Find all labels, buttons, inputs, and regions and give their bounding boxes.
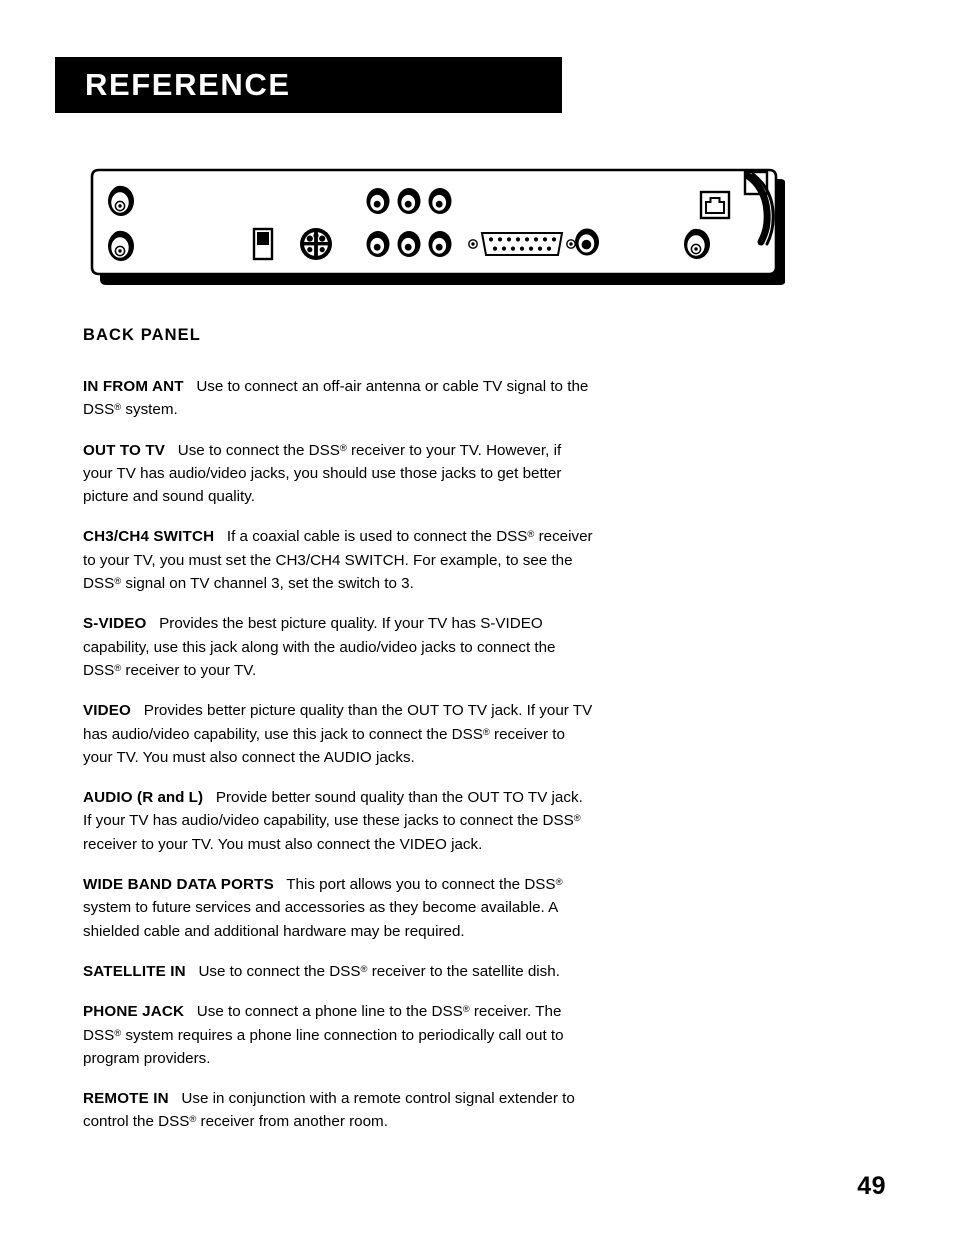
page-number: 49	[857, 1172, 886, 1200]
term-label: REMOTE IN	[83, 1090, 169, 1108]
video-rca-jack-bottom	[365, 230, 391, 258]
paragraph-s-video: S-VIDEO Provides the best picture qualit…	[83, 612, 593, 682]
audio-l-rca-jack-bottom	[427, 230, 453, 258]
paragraph-body-cont: system.	[121, 401, 178, 419]
term-label: CH3/CH4 SWITCH	[83, 528, 215, 546]
audio-r-rca-jack-top	[396, 187, 422, 215]
paragraph-satellite-in: SATELLITE IN Use to connect the DSS® rec…	[83, 960, 593, 983]
page-title: REFERENCE	[85, 67, 291, 102]
registered-mark: ®	[462, 1003, 470, 1015]
video-rca-jack-top	[365, 187, 391, 215]
term-label: SATELLITE IN	[83, 962, 186, 980]
remote-in-jack	[575, 228, 599, 256]
paragraph-body-cont: system to future services and accessorie…	[83, 899, 558, 940]
audio-r-rca-jack-bottom	[396, 230, 422, 258]
in-from-ant-f-connector	[107, 185, 135, 217]
out-to-tv-f-connector	[107, 230, 135, 262]
paragraph-body: Use to connect a phone line to the DSS	[196, 1003, 463, 1021]
paragraph-video: VIDEO Provides better picture quality th…	[83, 699, 593, 769]
term-label-sub: R and L	[142, 789, 198, 807]
registered-mark: ®	[339, 441, 347, 453]
audio-l-rca-jack-top	[427, 187, 453, 215]
s-video-jack	[300, 228, 332, 260]
wide-band-data-port	[468, 232, 576, 256]
paragraph-remote-in: REMOTE IN Use in conjunction with a remo…	[83, 1087, 593, 1134]
registered-mark: ®	[555, 876, 563, 888]
paragraph-body: Use to connect the DSS	[198, 962, 361, 980]
back-panel-section: BACK PANEL IN FROM ANT Use to connect an…	[83, 326, 593, 1134]
paragraph-body: Use to connect the DSS	[177, 441, 340, 459]
reference-header-bar: REFERENCE	[55, 57, 562, 113]
term-label: PHONE JACK	[83, 1003, 185, 1021]
term-label: VIDEO	[83, 702, 132, 720]
phone-jack	[699, 190, 731, 220]
paragraph-body-cont: receiver to your TV.	[121, 661, 257, 679]
paragraph-body-cont2: signal on TV channel 3, set the switch t…	[121, 575, 414, 593]
paragraph-body-cont2: system requires a phone line connection …	[83, 1026, 564, 1067]
section-heading: BACK PANEL	[83, 326, 201, 344]
paragraph-wide-band-data-ports: WIDE BAND DATA PORTS This port allows yo…	[83, 873, 593, 943]
paragraph-body: If a coaxial cable is used to connect th…	[226, 528, 528, 546]
paragraph-out-to-tv: OUT TO TV Use to connect the DSS® receiv…	[83, 439, 593, 509]
paragraph-body-cont: receiver to your TV. You must also conne…	[83, 835, 483, 853]
back-panel-illustration	[85, 160, 785, 288]
paragraph-ch3-ch4-switch: CH3/CH4 SWITCH If a coaxial cable is use…	[83, 525, 593, 595]
paragraph-body: This port allows you to connect the DSS	[286, 876, 556, 894]
paragraph-in-from-ant: IN FROM ANT Use to connect an off-air an…	[83, 375, 593, 422]
term-label: WIDE BAND DATA PORTS	[83, 876, 274, 894]
paragraph-body-cont: receiver to the satellite dish.	[367, 962, 560, 980]
satellite-in-f-connector	[683, 228, 711, 260]
paragraph-phone-jack: PHONE JACK Use to connect a phone line t…	[83, 1000, 593, 1070]
registered-mark: ®	[482, 725, 490, 737]
term-label: AUDIO (	[83, 789, 143, 807]
term-label: S-VIDEO	[83, 615, 147, 633]
paragraph-body-cont: receiver from another room.	[196, 1113, 388, 1131]
term-label: IN FROM ANT	[83, 378, 184, 395]
paragraph-audio: AUDIO (R and L) Provide better sound qua…	[83, 786, 593, 856]
registered-mark: ®	[573, 812, 581, 824]
ch3-ch4-switch	[252, 227, 274, 261]
term-label: OUT TO TV	[83, 441, 166, 459]
